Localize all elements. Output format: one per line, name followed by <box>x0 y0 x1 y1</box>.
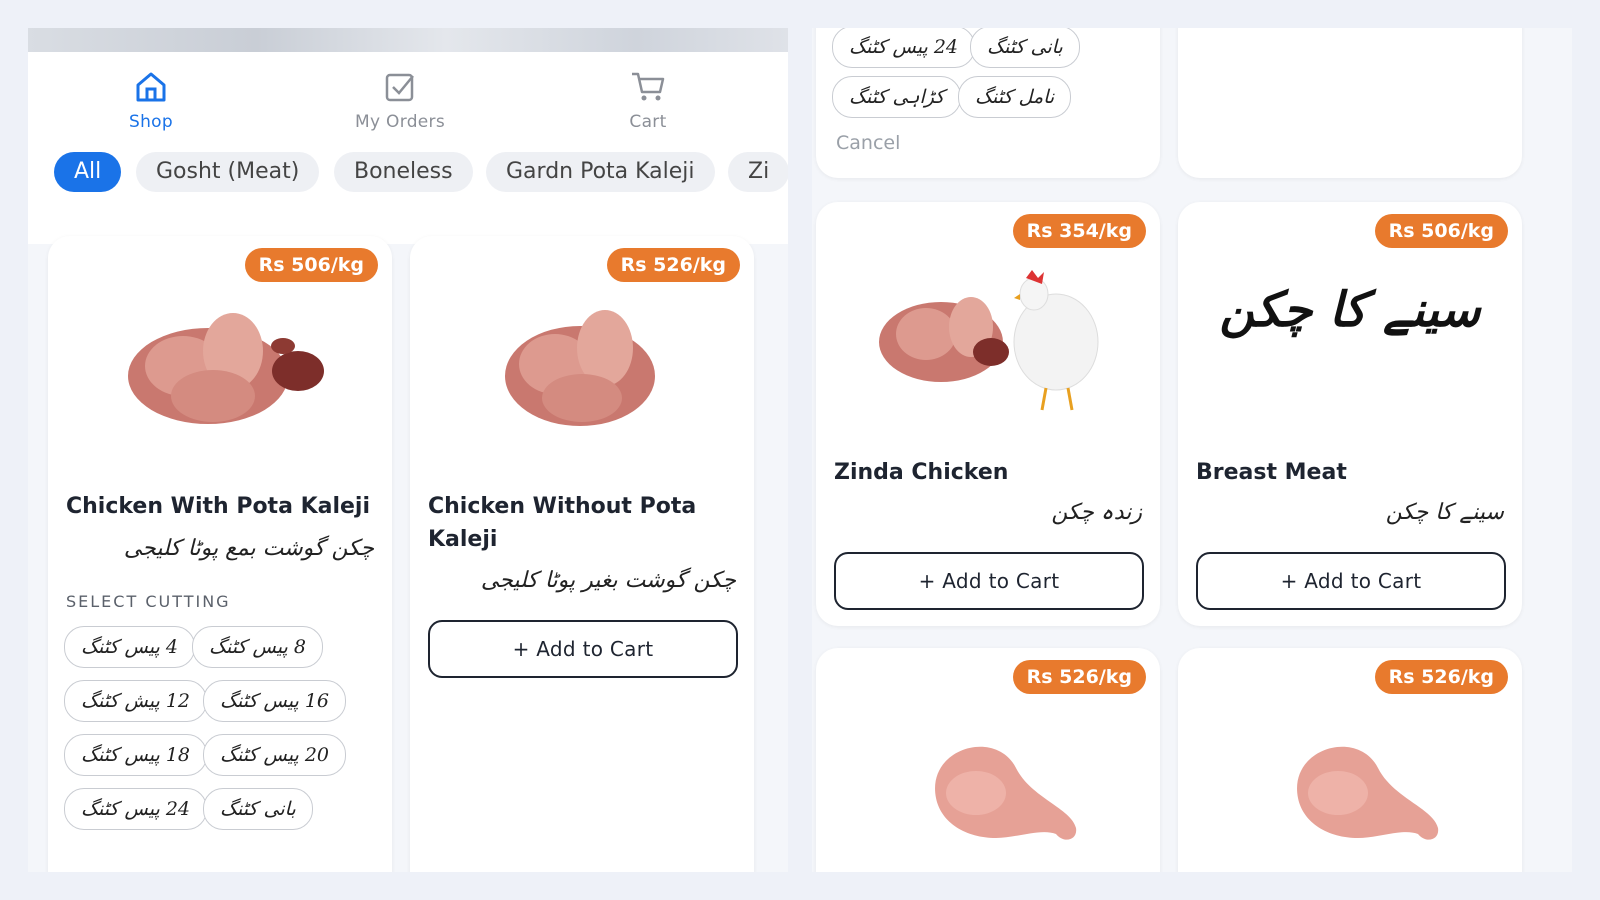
add-to-cart-button[interactable]: + Add to Cart <box>1196 552 1506 610</box>
product-card[interactable]: Rs 506/kg Chicken With Pota Kaleji چکن گ… <box>48 236 392 872</box>
product-card[interactable]: Rs 526/kg <box>1178 648 1522 872</box>
add-to-cart-button[interactable]: + Add to Cart <box>428 620 738 678</box>
product-card[interactable]: Rs 506/kg سینے کا چکن Breast Meat سینے ک… <box>1178 202 1522 626</box>
left-screen: Shop My Orders Cart All Gosht (Meat) Bon… <box>28 28 788 872</box>
chicken-meat-image <box>128 313 324 424</box>
cutting-option[interactable]: 24 پیس کٹنگ <box>832 28 976 68</box>
product-urdu-name: چکن گوشت بغیر پوٹا کلیجی <box>480 568 736 593</box>
tab-shop[interactable]: Shop <box>91 70 211 150</box>
tab-my-orders[interactable]: My Orders <box>340 70 460 150</box>
select-cutting-label: SELECT CUTTING <box>66 592 231 611</box>
product-title: Breast Meat <box>1196 460 1347 485</box>
cutting-option[interactable]: 16 پیس کٹنگ <box>203 680 347 722</box>
product-image-urdu-text: سینے کا چکن <box>1219 282 1481 338</box>
cutting-option[interactable]: 4 پیس کٹنگ <box>64 626 195 668</box>
live-chicken-image <box>879 270 1099 411</box>
chip-all[interactable]: All <box>54 152 122 192</box>
cutting-option[interactable]: نامل کٹنگ <box>958 76 1072 118</box>
tab-cart-label: Cart <box>629 112 667 132</box>
home-icon <box>136 72 166 102</box>
top-nav: Shop My Orders Cart All Gosht (Meat) Bon… <box>28 52 788 244</box>
product-card-partial <box>1178 28 1522 178</box>
cutting-option[interactable]: 8 پیس کٹنگ <box>192 626 323 668</box>
cancel-button[interactable]: Cancel <box>836 132 900 154</box>
chicken-leg-image <box>935 746 1077 840</box>
tab-cart[interactable]: Cart <box>588 70 708 150</box>
tab-my-orders-label: My Orders <box>355 112 445 132</box>
category-chips: All Gosht (Meat) Boneless Gardn Pota Kal… <box>28 152 788 196</box>
product-urdu-name: چکن گوشت بمع پوٹا کلیجی <box>123 536 374 561</box>
chip-gosht[interactable]: Gosht (Meat) <box>136 152 320 192</box>
cutting-selector-card: 24 پیس کٹنگ بانی کٹنگ کڑاہی کٹنگ نامل کٹ… <box>816 28 1160 178</box>
product-title: Chicken Without Pota Kaleji <box>428 494 697 552</box>
chip-boneless[interactable]: Boneless <box>334 152 473 192</box>
product-card[interactable]: Rs 354/kg Zinda Chicken زندہ چکن + Add t… <box>816 202 1160 626</box>
product-urdu-name: سینے کا چکن <box>1385 500 1504 525</box>
product-card[interactable]: Rs 526/kg Chicken Without Pota Kaleji چک… <box>410 236 754 872</box>
cutting-option[interactable]: 20 پیس کٹنگ <box>203 734 347 776</box>
chip-zinda[interactable]: Zi <box>728 152 788 192</box>
cutting-option[interactable]: بانی کٹنگ <box>970 28 1080 68</box>
cart-icon <box>632 72 665 101</box>
chicken-meat-image <box>505 310 655 426</box>
cutting-option[interactable]: 12 پیش کٹنگ <box>64 680 208 722</box>
right-screen: 24 پیس کٹنگ بانی کٹنگ کڑاہی کٹنگ نامل کٹ… <box>812 28 1572 872</box>
chicken-leg-image <box>1297 746 1439 840</box>
price-badge: Rs 506/kg <box>1374 214 1508 248</box>
product-title: Zinda Chicken <box>834 460 1009 485</box>
cutting-option[interactable]: 18 پیس کٹنگ <box>64 734 208 776</box>
cutting-option[interactable]: کڑاہی کٹنگ <box>832 76 962 118</box>
product-title: Chicken With Pota Kaleji <box>66 494 371 519</box>
tab-shop-label: Shop <box>129 112 173 132</box>
chip-gardn-pota-kaleji[interactable]: Gardn Pota Kaleji <box>486 152 715 192</box>
cutting-option[interactable]: بانی کٹنگ <box>203 788 313 830</box>
banner-image <box>28 28 788 52</box>
cutting-option[interactable]: 24 پیس کٹنگ <box>64 788 208 830</box>
product-urdu-name: زندہ چکن <box>1051 500 1142 525</box>
checkbox-icon <box>385 73 414 102</box>
product-card[interactable]: Rs 526/kg <box>816 648 1160 872</box>
add-to-cart-button[interactable]: + Add to Cart <box>834 552 1144 610</box>
